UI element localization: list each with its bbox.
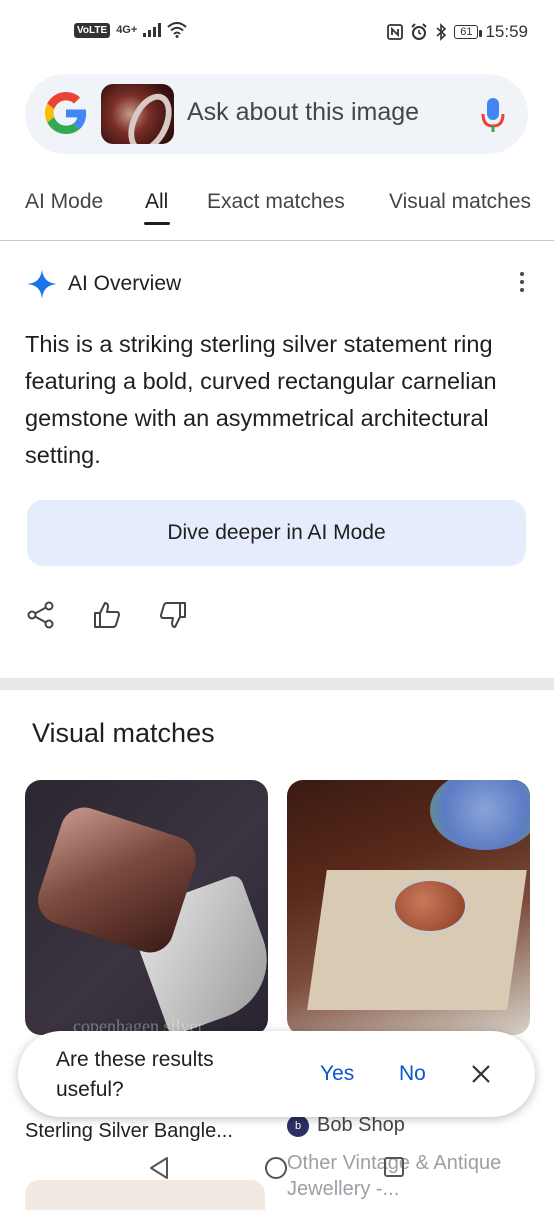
dive-deeper-button[interactable]: Dive deeper in AI Mode	[27, 500, 526, 566]
close-icon[interactable]	[470, 1063, 492, 1085]
tab-exact-matches[interactable]: Exact matches	[207, 190, 345, 214]
image-thumbnail[interactable]	[101, 84, 174, 144]
share-icon[interactable]	[26, 600, 56, 630]
sparkle-icon	[27, 269, 57, 299]
system-nav-bar	[0, 1140, 554, 1200]
mic-icon[interactable]	[481, 96, 505, 134]
result-tabs: AI Mode All Exact matches Visual matches	[0, 186, 554, 241]
feedback-card: Are these results useful? Yes No	[18, 1031, 535, 1117]
clock: 15:59	[485, 22, 528, 41]
status-left: VoLTE 4G+	[74, 22, 187, 38]
dive-deeper-label: Dive deeper in AI Mode	[167, 521, 386, 544]
feedback-yes-button[interactable]: Yes	[320, 1062, 354, 1086]
tab-visual-matches[interactable]: Visual matches	[389, 190, 531, 214]
tab-all[interactable]: All	[145, 190, 168, 214]
feedback-question: Are these results useful?	[56, 1048, 214, 1101]
signal-icon	[143, 23, 162, 37]
nfc-icon	[387, 24, 404, 40]
ai-overview-header: AI Overview	[26, 268, 530, 302]
source-logo-icon: b	[287, 1114, 309, 1137]
visual-matches-title: Visual matches	[32, 718, 215, 748]
section-divider	[0, 678, 554, 690]
recent-apps-icon[interactable]	[383, 1156, 405, 1178]
flower-decoration	[430, 780, 530, 850]
ai-overview-title: AI Overview	[68, 272, 182, 295]
status-right: 61 15:59	[387, 22, 528, 42]
home-icon[interactable]	[264, 1156, 288, 1180]
wifi-icon	[167, 22, 187, 38]
battery-icon: 61	[454, 25, 483, 39]
bluetooth-icon	[436, 23, 447, 41]
thumbs-up-icon[interactable]	[92, 600, 122, 630]
back-icon[interactable]	[148, 1156, 170, 1180]
source-name: Bob Shop	[317, 1114, 405, 1136]
alarm-icon	[411, 23, 427, 40]
ring-stone	[392, 878, 468, 934]
visual-match-source-2[interactable]: b Bob Shop	[287, 1114, 405, 1137]
tab-ai-mode[interactable]: AI Mode	[25, 190, 103, 214]
more-options-icon[interactable]	[518, 272, 526, 296]
search-bar[interactable]: Ask about this image	[25, 74, 528, 154]
visual-match-image-1[interactable]: copenhagen silver	[25, 780, 268, 1035]
feedback-no-button[interactable]: No	[399, 1062, 426, 1086]
thumbs-down-icon[interactable]	[158, 600, 188, 630]
ai-overview-text: This is a striking sterling silver state…	[25, 331, 497, 468]
network-type: 4G+	[116, 24, 138, 36]
ai-actions	[26, 600, 188, 630]
volte-badge: VoLTE	[74, 22, 111, 38]
status-bar: VoLTE 4G+ 61 15:59	[0, 0, 554, 70]
visual-match-image-2[interactable]	[287, 780, 530, 1035]
search-input[interactable]: Ask about this image	[187, 98, 419, 127]
google-logo-icon[interactable]	[45, 92, 87, 134]
active-tab-indicator	[144, 222, 170, 225]
